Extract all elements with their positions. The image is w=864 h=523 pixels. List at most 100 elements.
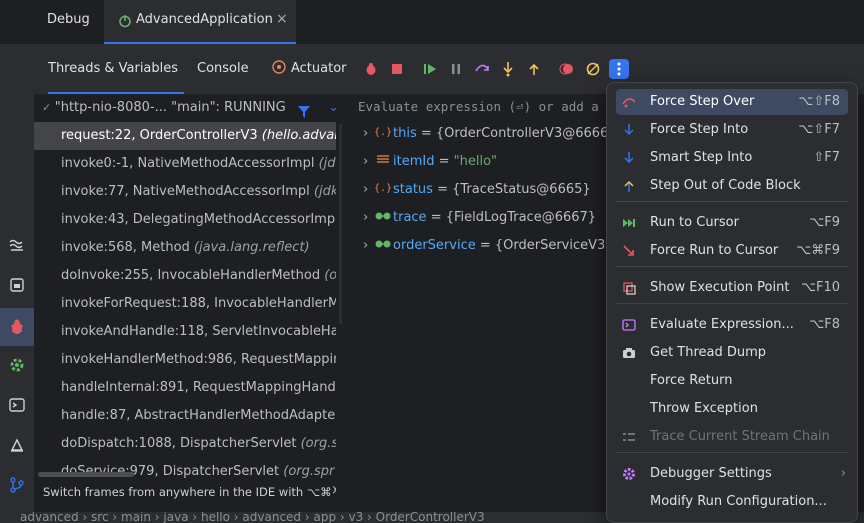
step-into-icon[interactable] [498,59,518,79]
stack-frame-row[interactable]: invoke:43, DelegatingMethodAccessorImpl … [34,206,336,234]
evaluate-expression-input[interactable]: Evaluate expression (⏎) or add a [345,94,615,120]
filter-icon[interactable] [298,101,310,129]
menu-separator [616,266,848,267]
menu-item-force-step-over[interactable]: Force Step Over ⌥⇧F8 [616,89,848,115]
thread-selector[interactable]: ✓ "http-nio-8080-... "main": RUNNING ⌄ [34,94,336,122]
force-step-into-icon [622,123,636,137]
menu-item-shortcut: ⇧F7 [813,150,840,165]
checkmark-icon: ✓ [42,101,55,114]
database-icon[interactable] [0,268,34,302]
tab-threads-variables[interactable]: Threads & Variables [48,44,184,94]
tab-console-label: Console [197,61,249,76]
frame-method: handle:87, AbstractHandlerMethodAdapter [61,408,336,423]
expand-arrow-icon[interactable]: › [363,232,373,260]
menu-item-force-step-into[interactable]: Force Step Into ⌥⇧F7 [616,117,848,143]
menu-item-shortcut: ⌥F10 [801,280,840,295]
frame-method: request:22, OrderControllerV3 [61,128,262,143]
menu-item-label: Force Return [650,373,733,388]
variable-row[interactable]: › trace = {FieldLogTrace@6667} [345,204,615,232]
variable-row[interactable]: › {.} this = {OrderControllerV3@6666} [345,120,615,148]
menu-item-smart-step-into[interactable]: Smart Step Into ⇧F7 [616,145,848,171]
frame-method: invokeHandlerMethod:986, RequestMapping [61,352,336,367]
resume-icon[interactable] [420,59,440,79]
tab-console[interactable]: Console [197,44,249,94]
services-gear-icon[interactable] [0,348,34,382]
debug-bug-icon[interactable] [0,308,34,346]
endpoints-icon[interactable] [0,228,34,262]
expand-arrow-icon[interactable]: › [363,204,373,232]
horizontal-scrollbar[interactable] [38,472,134,477]
left-tool-strip [0,44,34,523]
stop-icon[interactable] [387,59,407,79]
rerun-debug-icon[interactable] [361,59,381,79]
pause-icon[interactable] [446,59,466,79]
git-branch-icon[interactable] [0,468,34,502]
stack-frame-row[interactable]: handle:87, AbstractHandlerMethodAdapter … [34,402,336,430]
expand-arrow-icon[interactable]: › [363,148,373,176]
menu-item-get-thread-dump[interactable]: Get Thread Dump [616,340,848,366]
stack-frame-row[interactable]: invokeForRequest:188, InvocableHandlerMe… [34,290,336,318]
svg-text:{.}: {.} [374,127,392,137]
expand-arrow-icon[interactable]: › [363,120,373,148]
view-breakpoints-icon[interactable] [557,59,577,79]
debug-title: Debug [47,12,90,27]
frame-package: (org [324,268,336,283]
step-over-icon[interactable] [472,59,492,79]
frame-method: handleInternal:891, RequestMappingHandle… [61,380,336,395]
watch-field-icon [373,204,393,232]
menu-item-modify-run-configuration[interactable]: Modify Run Configuration... [616,489,848,515]
stack-frame-row[interactable]: invoke0:-1, NativeMethodAccessorImpl (jd… [34,150,336,178]
frame-package: (org.spr [283,464,335,479]
more-actions-menu: Force Step Over ⌥⇧F8 Force Step Into ⌥⇧F7 Sm… [606,82,858,523]
menu-item-throw-exception[interactable]: Throw Exception [616,396,848,422]
menu-item-force-return[interactable]: Force Return [616,368,848,394]
panel-splitter[interactable] [336,94,345,523]
evaluate-icon [622,318,636,332]
menu-item-debugger-settings[interactable]: Debugger Settings › [616,461,848,487]
stack-frame-row[interactable]: invoke:568, Method (java.lang.reflect) [34,234,336,262]
tab-advanced-application[interactable]: AdvancedApplication × [104,0,296,44]
menu-item-evaluate-expression[interactable]: Evaluate Expression... ⌥F8 [616,312,848,338]
debugger-settings-icon [622,467,636,481]
stack-frame-row[interactable]: invoke:77, NativeMethodAccessorImpl (jdk… [34,178,336,206]
tab-actuator[interactable]: Actuator [271,44,347,94]
more-actions-icon[interactable] [609,59,629,79]
variable-row[interactable]: › {.} status = {TraceStatus@6665} [345,176,615,204]
menu-item-label: Force Run to Cursor [650,243,779,258]
menu-item-trace-current-stream-chain[interactable]: Trace Current Stream Chain [616,424,848,450]
stack-frame-row[interactable]: invokeAndHandle:118, ServletInvocableHan… [34,318,336,346]
expand-arrow-icon[interactable]: › [363,176,373,204]
menu-item-shortcut: ⌥⇧F7 [798,122,840,137]
chevron-down-icon[interactable]: ⌄ [328,94,336,122]
frame-method: invokeForRequest:188, InvocableHandlerMe… [61,296,336,311]
frame-method: invoke:568, Method [61,240,194,255]
variable-row[interactable]: › itemId = "hello" [345,148,615,176]
problems-icon[interactable] [0,428,34,462]
smart-step-into-icon [622,151,636,165]
menu-item-force-run-to-cursor[interactable]: Force Run to Cursor ⌥⌘F9 [616,238,848,264]
frame-method: invoke:77, NativeMethodAccessorImpl [61,184,314,199]
frame-method: invoke0:-1, NativeMethodAccessorImpl [61,156,319,171]
splitter-handle[interactable] [339,124,342,324]
close-tab-icon[interactable]: × [276,11,288,27]
mute-breakpoints-icon[interactable] [583,59,603,79]
variable-value: = {OrderServiceV3@6 [475,238,615,253]
menu-item-run-to-cursor[interactable]: Run to Cursor ⌥F9 [616,210,848,236]
menu-item-label: Run to Cursor [650,215,739,230]
menu-item-step-out-of-code-block[interactable]: Step Out of Code Block [616,173,848,199]
terminal-icon[interactable] [0,388,34,422]
tab-threads-variables-label: Threads & Variables [48,61,179,76]
stack-frame-row[interactable]: handleInternal:891, RequestMappingHandle… [34,374,336,402]
menu-item-show-execution-point[interactable]: Show Execution Point ⌥F10 [616,275,848,301]
variable-value: = {TraceStatus@6665} [432,182,591,197]
step-out-icon[interactable] [524,59,544,79]
variable-row[interactable]: › orderService = {OrderServiceV3@6 [345,232,615,260]
variable-string-value: "hello" [453,154,498,169]
stack-frame-row[interactable]: invokeHandlerMethod:986, RequestMapping [34,346,336,374]
stack-frame-row[interactable]: doInvoke:255, InvocableHandlerMethod (or… [34,262,336,290]
menu-separator [616,201,848,202]
stack-frame-row[interactable]: request:22, OrderControllerV3 (hello.adv… [34,122,336,150]
frame-list: request:22, OrderControllerV3 (hello.adv… [34,122,336,486]
stack-frame-row[interactable]: doDispatch:1088, DispatcherServlet (org.… [34,430,336,458]
variable-name: itemId [393,154,435,169]
